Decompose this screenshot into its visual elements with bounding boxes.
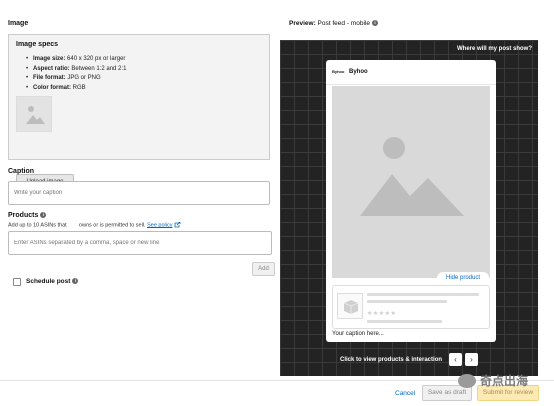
schedule-post-checkbox[interactable] xyxy=(13,278,21,286)
product-card[interactable]: ★★★★★ xyxy=(332,285,490,329)
image-placeholder-icon xyxy=(360,137,464,216)
schedule-post-label: Schedule post i xyxy=(26,278,79,285)
wechat-icon xyxy=(458,373,476,388)
product-thumbnail xyxy=(337,293,363,319)
spec-item: File format: JPG or PNG xyxy=(26,74,126,84)
spec-item: Image size: 640 x 320 px or larger xyxy=(26,55,126,65)
spec-item: Color format: RGB xyxy=(26,84,126,94)
previous-button[interactable]: ‹ xyxy=(449,353,462,366)
image-placeholder-thumbnail xyxy=(16,96,52,132)
post-form: Image Image specs Image size: 640 x 320 … xyxy=(6,0,275,380)
next-button[interactable]: › xyxy=(465,353,478,366)
product-title-placeholder xyxy=(367,293,479,296)
preview-title: Preview: Post feed - mobile i xyxy=(289,20,378,27)
info-icon: i xyxy=(72,278,79,285)
products-label: Products i xyxy=(8,212,47,219)
caption-label: Caption xyxy=(8,168,35,175)
brand-header: Byhoo Byhoo xyxy=(332,68,368,76)
image-specs-box: Image specs Image size: 640 x 320 px or … xyxy=(8,34,270,191)
preview-panel: Where will my post show? Byhoo Byhoo Hid… xyxy=(280,40,538,376)
brand-logo: Byhoo xyxy=(332,69,345,74)
product-subtitle-placeholder xyxy=(367,300,447,303)
image-placeholder-icon xyxy=(26,106,45,124)
image-section-title: Image xyxy=(8,20,29,27)
info-icon: i xyxy=(40,212,47,219)
image-specs-title: Image specs xyxy=(16,41,59,48)
post-image-placeholder xyxy=(332,86,490,278)
external-link-icon xyxy=(174,221,180,228)
divider xyxy=(326,84,496,85)
spec-item: Aspect ratio: Between 1:2 and 2:1 xyxy=(26,65,126,75)
box-icon xyxy=(343,300,359,314)
watermark-text: 奇点出海 xyxy=(480,374,529,388)
add-asin-button[interactable]: Add xyxy=(252,262,275,276)
click-to-view-text: Click to view products & interaction xyxy=(340,357,443,363)
where-post-shows-link[interactable]: Where will my post show? xyxy=(457,46,532,52)
products-note: Add up to 10 ASINs that owns or is permi… xyxy=(8,221,181,228)
asin-input[interactable] xyxy=(8,231,272,255)
watermark: 奇点出海 xyxy=(458,372,528,389)
caption-input[interactable] xyxy=(8,181,270,205)
rating-stars: ★★★★★ xyxy=(367,311,397,317)
caption-preview: Your caption here... xyxy=(332,331,384,337)
image-specs-list: Image size: 640 x 320 px or larger Aspec… xyxy=(26,55,126,93)
hide-product-button[interactable]: Hide product xyxy=(437,272,489,284)
cancel-button[interactable]: Cancel xyxy=(395,390,415,397)
post-preview-card: Byhoo Byhoo Hide product ★★★★★ Your capt… xyxy=(326,60,496,342)
product-price-placeholder xyxy=(367,320,442,323)
see-policy-link[interactable]: See policy xyxy=(147,222,172,228)
chevron-right-icon: › xyxy=(470,355,473,364)
info-icon: i xyxy=(371,20,378,27)
brand-name: Byhoo xyxy=(349,69,368,75)
chevron-left-icon: ‹ xyxy=(454,355,457,364)
